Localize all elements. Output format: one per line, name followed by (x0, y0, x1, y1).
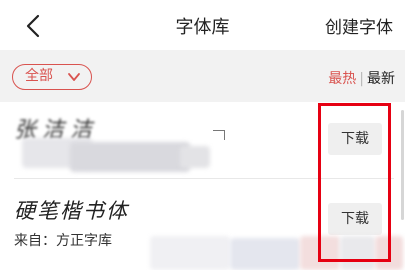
sort-newest-tab[interactable]: 最新 (367, 71, 395, 87)
category-dropdown-label: 全部 (25, 68, 53, 84)
blurred-area (70, 142, 190, 172)
sort-hottest-tab[interactable]: 最热 (328, 71, 356, 87)
chevron-down-icon (68, 73, 80, 81)
blurred-area (150, 236, 230, 270)
category-dropdown[interactable]: 全部 (12, 64, 92, 90)
bracket-mark (213, 130, 225, 140)
sort-separator: | (359, 71, 364, 87)
top-navigation-bar: 字体库 创建字体 (0, 0, 405, 50)
blurred-area (230, 238, 300, 270)
highlight-box (318, 103, 391, 262)
sort-options: 最热 | 最新 (328, 68, 395, 88)
blurred-area (180, 146, 210, 168)
filter-bar: 全部 最热 | 最新 (0, 50, 405, 102)
scrollbar[interactable] (401, 110, 404, 220)
create-font-button[interactable]: 创建字体 (325, 13, 393, 38)
font-source-2: 来自：方正字库 (14, 233, 112, 249)
font-preview-2: 硬笔楷书体 (14, 199, 129, 223)
